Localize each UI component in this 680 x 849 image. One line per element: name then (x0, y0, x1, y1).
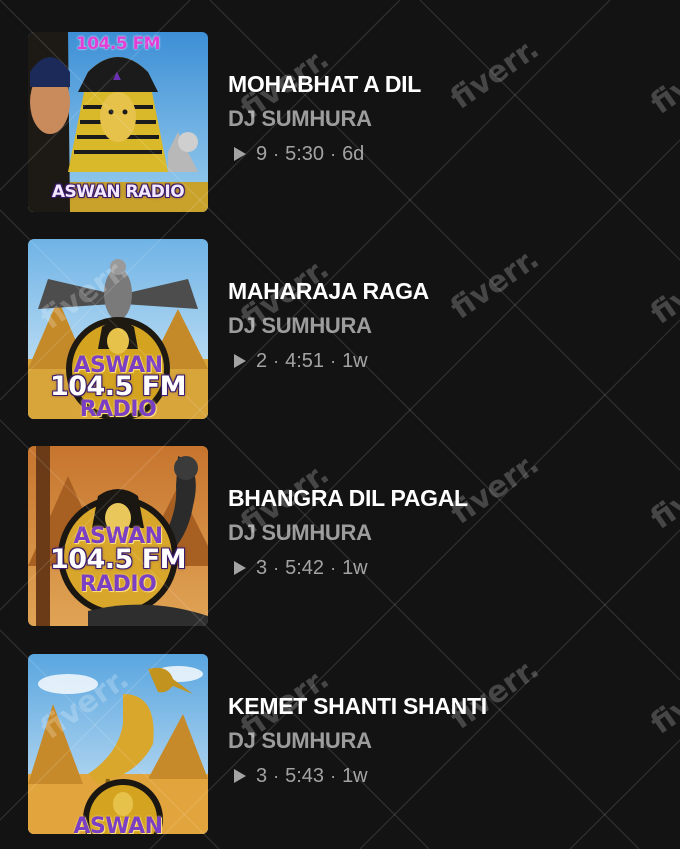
track-item[interactable]: ASWAN KEMET SHANTI SHANTI DJ SUMHURA 3 ·… (28, 654, 668, 834)
track-age: 1w (342, 557, 368, 579)
track-age: 1w (342, 350, 368, 372)
track-duration: 4:51 (285, 350, 325, 372)
track-info: MAHARAJA RAGA DJ SUMHURA 2 · 4:51 · 1w (228, 277, 658, 373)
play-count: 2 (256, 350, 268, 372)
play-icon (234, 147, 246, 161)
play-count: 9 (256, 143, 268, 165)
artwork-caption: 104.5 FM (49, 371, 187, 402)
track-title[interactable]: BHANGRA DIL PAGAL (228, 484, 658, 512)
play-count: 3 (256, 557, 268, 579)
meta-separator: · (273, 766, 280, 786)
artwork-caption: RADIO (79, 572, 157, 597)
track-info: KEMET SHANTI SHANTI DJ SUMHURA 3 · 5:43 … (228, 692, 658, 788)
track-artwork[interactable]: ASWAN 104.5 FM RADIO (28, 446, 208, 626)
track-info: BHANGRA DIL PAGAL DJ SUMHURA 3 · 5:42 · … (228, 484, 658, 580)
track-artist[interactable]: DJ SUMHURA (228, 520, 658, 546)
track-title[interactable]: KEMET SHANTI SHANTI (228, 692, 658, 720)
track-meta: 3 · 5:43 · 1w (228, 764, 658, 788)
meta-separator: · (273, 144, 280, 164)
track-age: 6d (342, 143, 365, 165)
track-title[interactable]: MAHARAJA RAGA (228, 277, 658, 305)
artwork-image (28, 654, 208, 834)
track-item[interactable]: ASWAN 104.5 FM RADIO BHANGRA DIL PAGAL D… (28, 446, 668, 626)
track-meta: 3 · 5:42 · 1w (228, 556, 658, 580)
play-count: 3 (256, 765, 268, 787)
track-duration: 5:30 (285, 143, 325, 165)
track-info: MOHABHAT A DIL DJ SUMHURA 9 · 5:30 · 6d (228, 70, 658, 166)
track-meta: 2 · 4:51 · 1w (228, 349, 658, 373)
track-duration: 5:43 (285, 765, 325, 787)
track-artwork[interactable]: 104.5 FM ASWAN RADIO (28, 32, 208, 212)
play-icon (234, 769, 246, 783)
track-item[interactable]: ASWAN 104.5 FM RADIO MAHARAJA RAGA DJ SU… (28, 239, 668, 419)
meta-separator: · (330, 144, 337, 164)
track-title[interactable]: MOHABHAT A DIL (228, 70, 658, 98)
track-meta: 9 · 5:30 · 6d (228, 142, 658, 166)
track-list-page: 104.5 FM ASWAN RADIO MOHABHAT A DIL DJ S… (0, 0, 680, 849)
meta-separator: · (330, 351, 337, 371)
track-artist[interactable]: DJ SUMHURA (228, 728, 658, 754)
artwork-caption: ASWAN RADIO (51, 182, 185, 202)
meta-separator: · (273, 558, 280, 578)
track-artwork[interactable]: ASWAN (28, 654, 208, 834)
artwork-caption: ASWAN (73, 814, 163, 835)
track-item[interactable]: 104.5 FM ASWAN RADIO MOHABHAT A DIL DJ S… (28, 32, 668, 212)
play-icon (234, 354, 246, 368)
play-icon (234, 561, 246, 575)
meta-separator: · (330, 558, 337, 578)
track-age: 1w (342, 765, 368, 787)
artwork-caption: 104.5 FM (75, 34, 161, 54)
track-artwork[interactable]: ASWAN 104.5 FM RADIO (28, 239, 208, 419)
track-duration: 5:42 (285, 557, 325, 579)
meta-separator: · (273, 351, 280, 371)
meta-separator: · (330, 766, 337, 786)
artwork-caption: 104.5 FM (49, 544, 187, 575)
artwork-caption: RADIO (79, 397, 157, 420)
track-artist[interactable]: DJ SUMHURA (228, 313, 658, 339)
track-artist[interactable]: DJ SUMHURA (228, 106, 658, 132)
